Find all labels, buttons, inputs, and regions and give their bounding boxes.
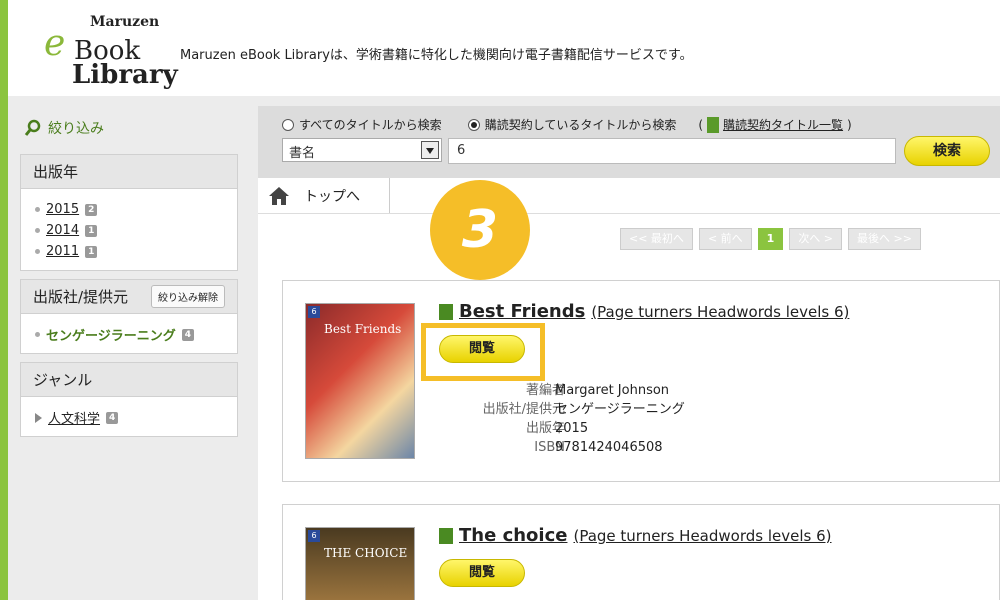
pager-first-button[interactable]: << 最初へ: [620, 228, 693, 250]
author-value: Margaret Johnson: [555, 383, 670, 398]
cover-level: 6: [308, 306, 320, 318]
sidebar: 絞り込み 出版年 2015 2 2014 1 2011 1 出版社/提供元 絞り込み解…: [20, 110, 238, 437]
genre-link[interactable]: 人文科学: [48, 408, 100, 427]
year-panel-title: 出版年: [21, 155, 237, 189]
list-item: 2014 1: [35, 220, 223, 241]
refine-label: 絞り込み: [48, 121, 104, 137]
paren-close: ): [847, 117, 852, 132]
isbn-label: ISBN: [534, 440, 565, 455]
book-card: 6 Best Friends Best Friends (Page turner…: [282, 280, 1000, 482]
highlight-box: [421, 323, 545, 381]
search-input[interactable]: 6: [448, 138, 896, 164]
search-bar: すべてのタイトルから検索 購読契約しているタイトルから検索 ( 購読契約タイトル…: [258, 106, 1000, 178]
subscribed-list-link[interactable]: 購読契約タイトル一覧: [723, 116, 843, 133]
publisher-filter[interactable]: センゲージラーニング: [46, 325, 176, 344]
year-value: 2015: [555, 421, 589, 436]
book-title-row: The choice (Page turners Headwords level…: [439, 525, 832, 546]
logo-library: Library: [72, 60, 178, 90]
cover-title: Best Friends: [324, 322, 402, 336]
book-title-row: Best Friends (Page turners Headwords lev…: [439, 301, 849, 322]
header: Maruzen e Book Library Maruzen eBook Lib…: [8, 0, 1000, 96]
cover-title: THE CHOICE: [324, 546, 408, 560]
radio-subscribed-label[interactable]: 購読契約しているタイトルから検索: [485, 116, 677, 133]
view-button[interactable]: 閲覧: [439, 559, 525, 587]
list-item: センゲージラーニング 4: [35, 324, 223, 345]
publisher-value: センゲージラーニング: [555, 402, 685, 417]
book-card: 6 THE CHOICE The choice (Page turners He…: [282, 504, 1000, 600]
pagination: << 最初へ < 前へ 1 次へ > 最後へ >>: [620, 228, 921, 250]
book-meta-labels: 著編者 出版社/提供元 出版年 ISBN: [483, 381, 565, 457]
left-accent-bar: [0, 0, 8, 600]
publisher-panel: 出版社/提供元 絞り込み解除 センゲージラーニング 4: [20, 279, 238, 354]
pager-prev-button[interactable]: < 前へ: [698, 228, 752, 250]
publisher-panel-header: 出版社/提供元 絞り込み解除: [21, 280, 237, 314]
refine-title: 絞り込み: [20, 110, 238, 146]
search-field-value: 書名: [289, 146, 316, 161]
pager-current-page[interactable]: 1: [757, 228, 784, 250]
year-link[interactable]: 2011: [46, 244, 79, 259]
book-cover[interactable]: 6 THE CHOICE: [305, 527, 415, 600]
maruzen-logo[interactable]: Maruzen e Book Library: [38, 10, 178, 90]
author-label: 著編者: [525, 383, 565, 398]
chevron-down-icon[interactable]: [421, 141, 439, 159]
logo-maruzen: Maruzen: [90, 14, 160, 30]
list-item: 2011 1: [35, 241, 223, 262]
count-badge: 4: [181, 328, 195, 341]
home-icon: [268, 186, 290, 206]
radio-all-titles[interactable]: [282, 118, 294, 131]
book-icon: [707, 116, 720, 133]
list-item: 2015 2: [35, 199, 223, 220]
search-scope: すべてのタイトルから検索 購読契約しているタイトルから検索 ( 購読契約タイトル…: [282, 116, 852, 133]
genre-panel-title: ジャンル: [21, 363, 237, 397]
breadcrumb: トップへ: [258, 178, 1000, 214]
book-series[interactable]: (Page turners Headwords levels 6): [591, 303, 849, 321]
count-badge: 1: [85, 245, 98, 258]
book-icon: [439, 303, 453, 320]
radio-all-label[interactable]: すべてのタイトルから検索: [299, 116, 442, 133]
year-label: 出版年: [525, 421, 565, 436]
bullet-icon: [35, 207, 40, 212]
paren-open: (: [698, 117, 704, 132]
publisher-label: 出版社/提供元: [482, 402, 565, 417]
list-item: 人文科学 4: [35, 407, 223, 428]
book-title-link[interactable]: The choice: [459, 525, 567, 546]
bullet-icon: [35, 249, 40, 254]
count-badge: 4: [106, 411, 119, 424]
search-icon: [24, 119, 42, 137]
isbn-value: 9781424046508: [555, 440, 663, 455]
logo-e: e: [44, 23, 66, 64]
clear-filter-button[interactable]: 絞り込み解除: [151, 285, 225, 308]
search-button[interactable]: 検索: [904, 136, 990, 166]
bullet-icon: [35, 332, 40, 337]
radio-subscribed-titles[interactable]: [467, 118, 480, 131]
year-link[interactable]: 2015: [46, 202, 79, 217]
step-number-badge: 3: [430, 180, 530, 280]
year-link[interactable]: 2014: [46, 223, 79, 238]
book-series[interactable]: (Page turners Headwords levels 6): [573, 527, 831, 545]
search-field-select[interactable]: 書名: [282, 138, 442, 162]
count-badge: 2: [85, 203, 98, 216]
home-label: トップへ: [304, 188, 360, 205]
book-meta-values: Margaret Johnson センゲージラーニング 2015 9781424…: [555, 381, 685, 457]
pager-last-button[interactable]: 最後へ >>: [848, 228, 921, 250]
tagline: Maruzen eBook Libraryは、学術書籍に特化した機関向け電子書籍…: [180, 48, 693, 63]
book-cover[interactable]: 6 Best Friends: [305, 303, 415, 459]
publisher-panel-title: 出版社/提供元: [33, 288, 129, 306]
expand-arrow-icon[interactable]: [35, 412, 42, 423]
bullet-icon: [35, 228, 40, 233]
pager-next-button[interactable]: 次へ >: [789, 228, 843, 250]
count-badge: 1: [85, 224, 98, 237]
book-icon: [439, 527, 453, 544]
book-title-link[interactable]: Best Friends: [459, 301, 585, 322]
year-panel: 出版年 2015 2 2014 1 2011 1: [20, 154, 238, 271]
cover-level: 6: [308, 530, 320, 542]
genre-panel: ジャンル 人文科学 4: [20, 362, 238, 437]
home-tab[interactable]: トップへ: [258, 178, 390, 213]
